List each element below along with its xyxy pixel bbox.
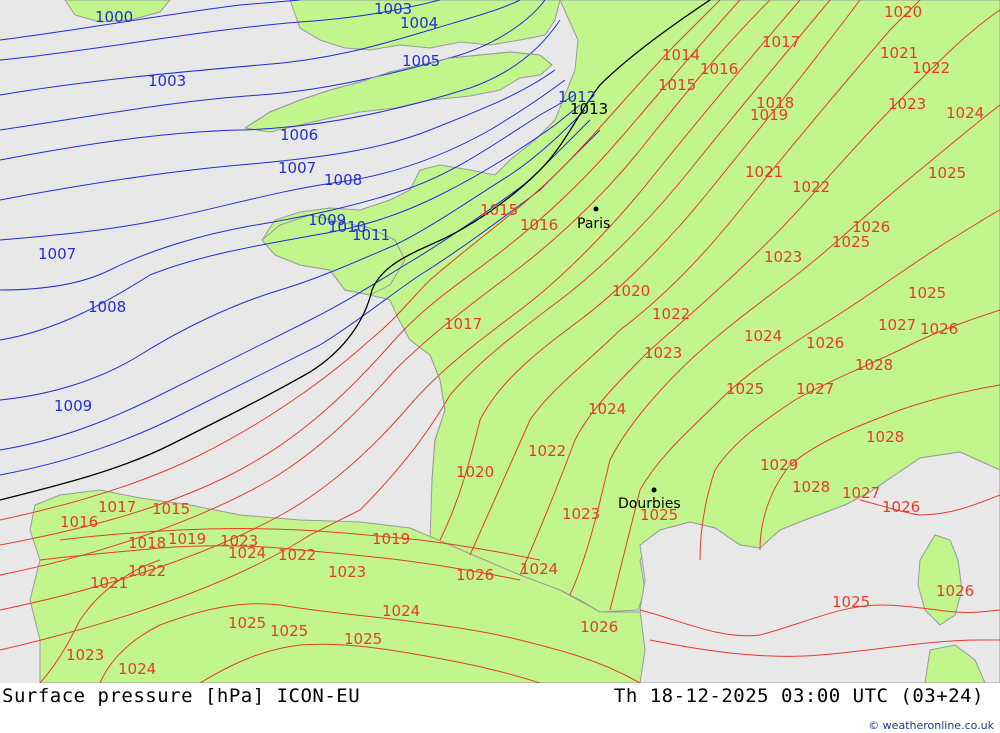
product-title: Surface pressure [hPa] ICON-EU xyxy=(2,685,361,707)
isobar-label: 1015 xyxy=(658,76,696,94)
isobar-label: 1029 xyxy=(760,456,798,474)
isobar-label: 1027 xyxy=(796,380,834,398)
isobar-label: 1025 xyxy=(832,233,870,251)
isobar-label: 1023 xyxy=(764,248,802,266)
isobar-label: 1022 xyxy=(792,178,830,196)
isobar-label: 1019 xyxy=(750,106,788,124)
map-footer: Surface pressure [hPa] ICON-EU Th 18-12-… xyxy=(0,683,1000,733)
isobar-label: 1028 xyxy=(866,428,904,446)
isobar-label: 1026 xyxy=(580,618,618,636)
city-label-dourbies: Dourbies xyxy=(618,496,681,512)
isobar-label: 1020 xyxy=(456,463,494,481)
isobar-label: 1018 xyxy=(128,534,166,552)
isobar-label: 1015 xyxy=(480,201,518,219)
isobar-label: 1009 xyxy=(54,397,92,415)
isobar-label: 1025 xyxy=(270,622,308,640)
isobar-label: 1024 xyxy=(744,327,782,345)
isobar-label: 1000 xyxy=(95,8,133,26)
isobar-label: 1028 xyxy=(792,478,830,496)
isobar-label: 1007 xyxy=(38,245,76,263)
isobar-label: 1020 xyxy=(612,282,650,300)
isobar-label: 1022 xyxy=(528,442,566,460)
isobar-label: 1025 xyxy=(832,593,870,611)
isobar-label: 1026 xyxy=(456,566,494,584)
isobar-label: 1016 xyxy=(700,60,738,78)
city-marker xyxy=(593,206,599,212)
isobar-label: 1025 xyxy=(908,284,946,302)
isobar-label: 1024 xyxy=(382,602,420,620)
valid-time: Th 18-12-2025 03:00 UTC (03+24) xyxy=(613,685,984,707)
isobar-label: 1003 xyxy=(148,72,186,90)
isobar-label: 1023 xyxy=(562,505,600,523)
isobar-label: 1026 xyxy=(882,498,920,516)
isobar-label: 1023 xyxy=(66,646,104,664)
isobar-label: 1021 xyxy=(745,163,783,181)
credit-link[interactable]: © weatheronline.co.uk xyxy=(868,719,994,732)
isobar-label: 1019 xyxy=(168,530,206,548)
isobar-label: 1005 xyxy=(402,52,440,70)
isobar-label: 1003 xyxy=(374,0,412,18)
isobar-label: 1027 xyxy=(878,316,916,334)
isobar-label: 1024 xyxy=(520,560,558,578)
isobar-label: 1015 xyxy=(152,500,190,518)
isobar-label: 1006 xyxy=(280,126,318,144)
isobar-label: 1017 xyxy=(444,315,482,333)
isobar-label: 1022 xyxy=(912,59,950,77)
isobar-label: 1025 xyxy=(928,164,966,182)
city-marker xyxy=(651,487,657,493)
isobar-label: 1008 xyxy=(88,298,126,316)
isobar-label: 1016 xyxy=(60,513,98,531)
isobar-label: 1021 xyxy=(90,574,128,592)
isobar-label: 1019 xyxy=(372,530,410,548)
isobar-label: 1026 xyxy=(920,320,958,338)
isobar-label: 1008 xyxy=(324,171,362,189)
isobar-label: 1025 xyxy=(726,380,764,398)
pressure-map: 1000 1003 1004 1005 1003 1006 1007 1008 … xyxy=(0,0,1000,683)
isobar-label: 1022 xyxy=(128,562,166,580)
isobar-label: 1022 xyxy=(652,305,690,323)
isobar-label: 1023 xyxy=(888,95,926,113)
isobar-label: 1020 xyxy=(884,3,922,21)
isobar-label: 1025 xyxy=(228,614,266,632)
isobar-label: 1011 xyxy=(352,226,390,244)
isobar-label-1013: 1013 xyxy=(570,100,608,118)
isobar-label: 1009 xyxy=(308,211,346,229)
isobar-label: 1007 xyxy=(278,159,316,177)
isobar-label: 1022 xyxy=(278,546,316,564)
isobar-label: 1024 xyxy=(228,544,266,562)
isobar-label: 1017 xyxy=(762,33,800,51)
city-label-paris: Paris xyxy=(577,216,610,232)
isobar-label: 1026 xyxy=(806,334,844,352)
isobar-label: 1023 xyxy=(328,563,366,581)
isobar-label: 1014 xyxy=(662,46,700,64)
isobar-label: 1028 xyxy=(855,356,893,374)
isobar-label: 1023 xyxy=(644,344,682,362)
isobar-label: 1027 xyxy=(842,484,880,502)
isobar-label: 1024 xyxy=(118,660,156,678)
isobar-label: 1024 xyxy=(946,104,984,122)
isobar-label: 1017 xyxy=(98,498,136,516)
isobar-label: 1016 xyxy=(520,216,558,234)
isobar-label: 1025 xyxy=(344,630,382,648)
isobar-label: 1024 xyxy=(588,400,626,418)
isobar-label: 1026 xyxy=(936,582,974,600)
